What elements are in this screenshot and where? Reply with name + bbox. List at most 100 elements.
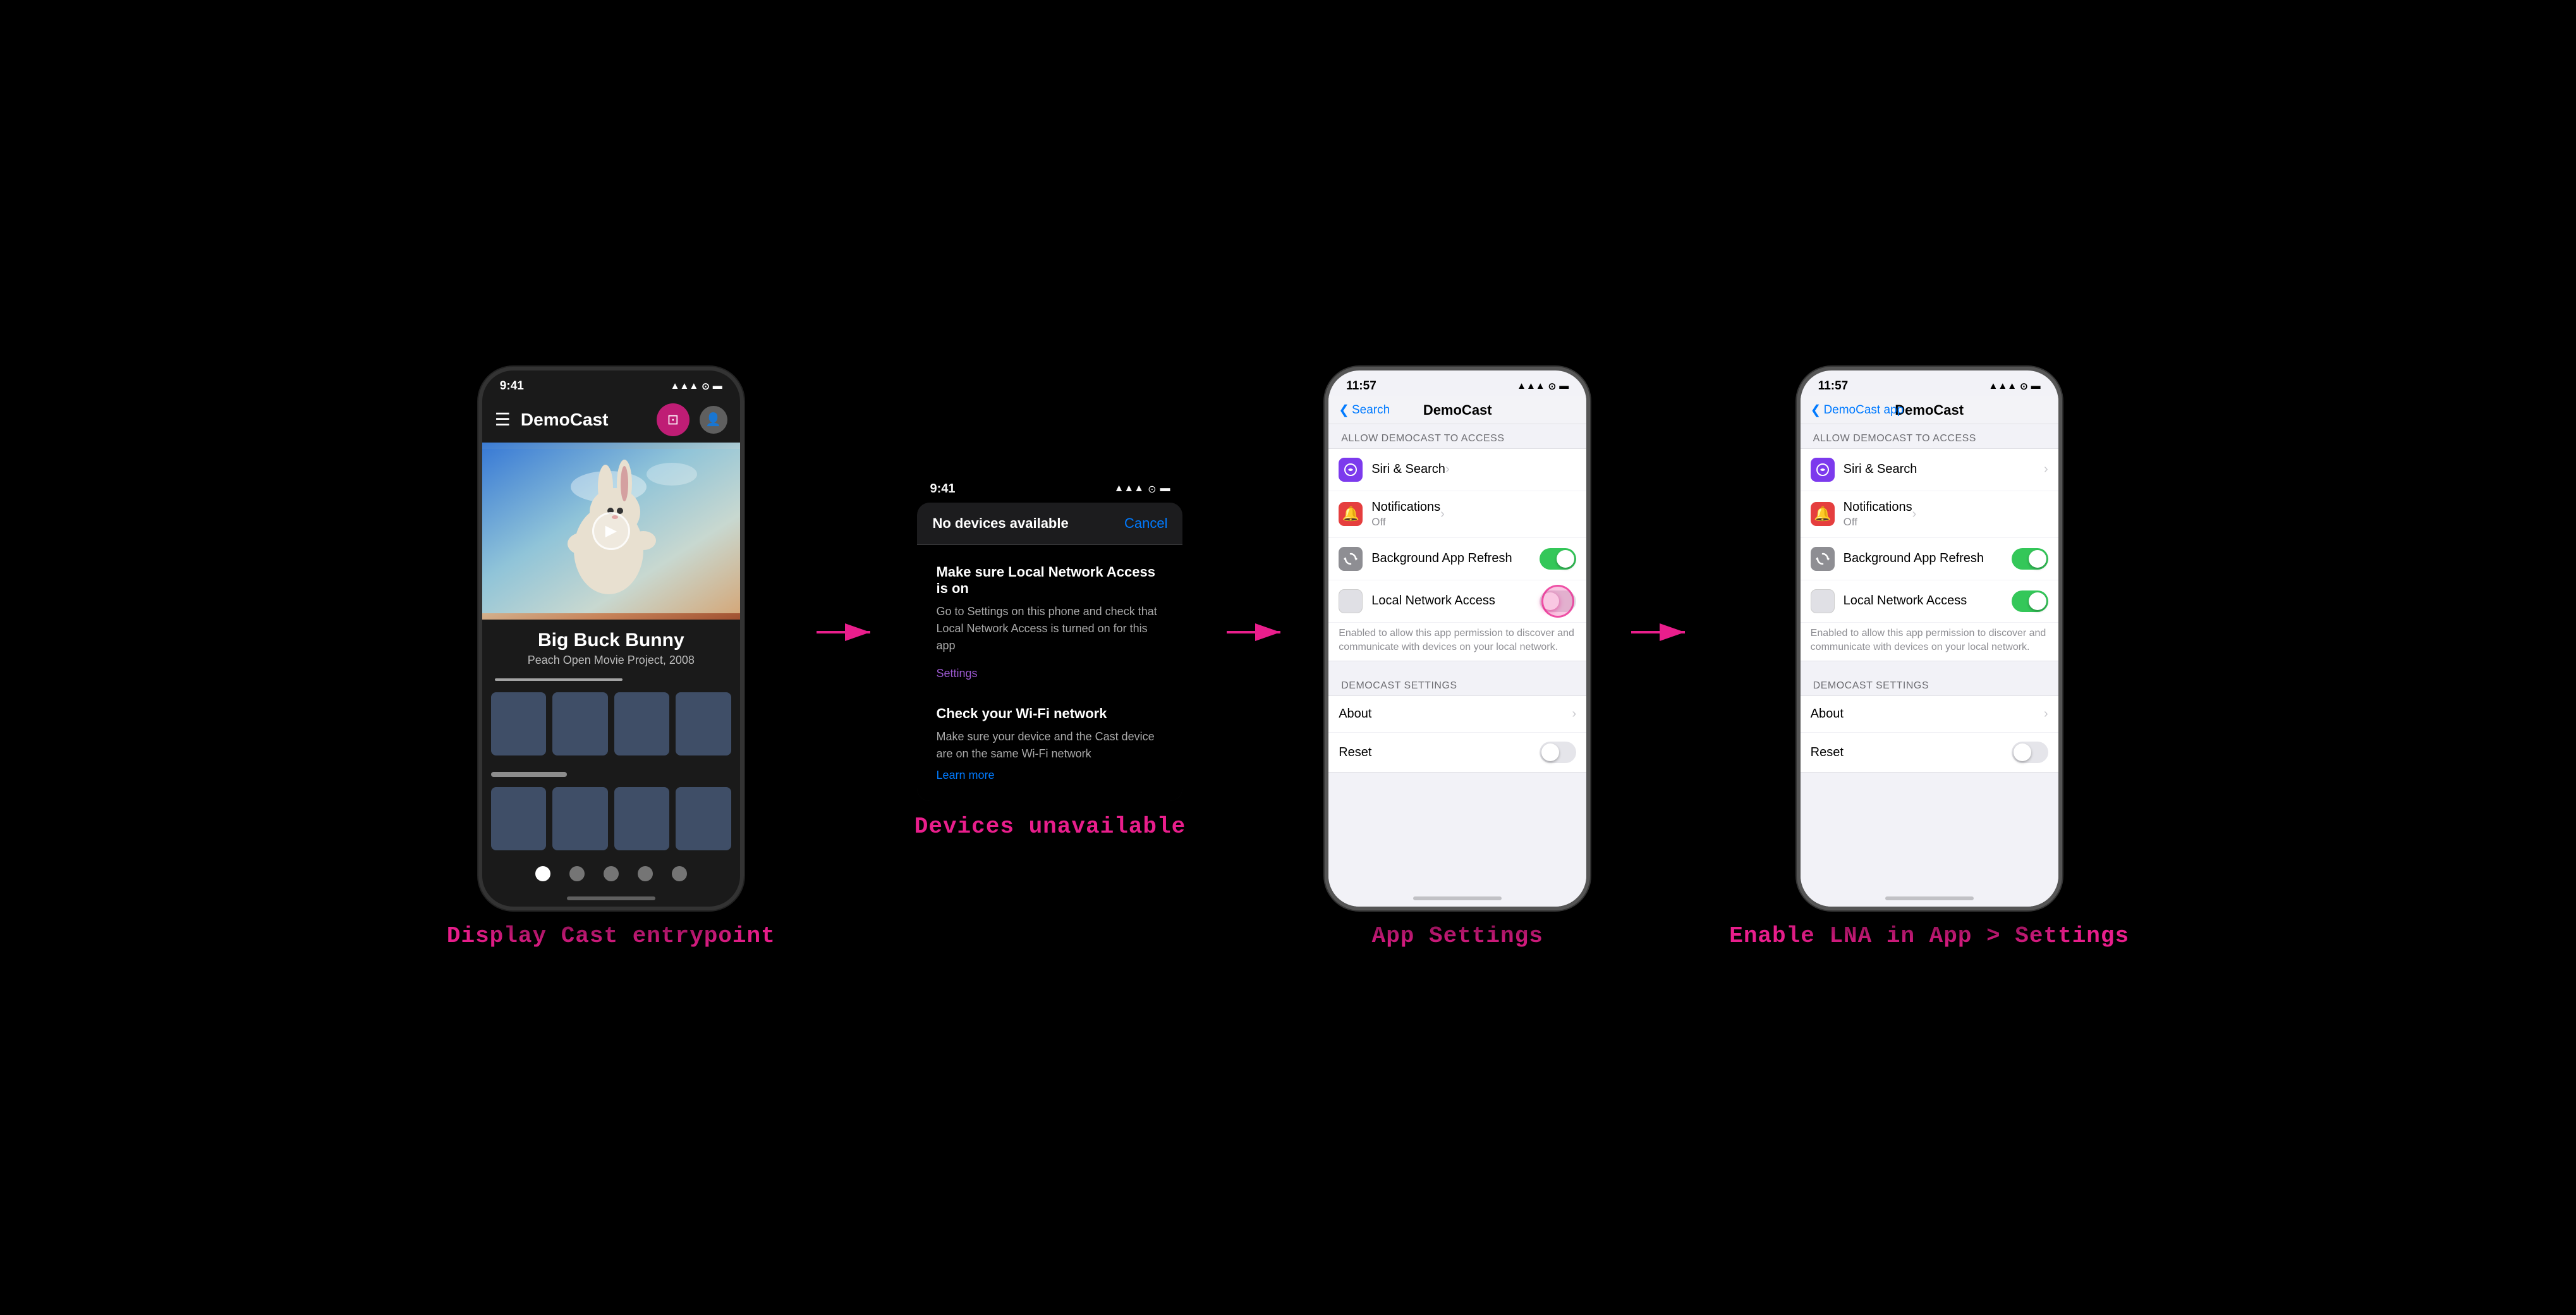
grid-item-7[interactable] [614,787,670,850]
grid-item-4[interactable] [676,692,731,755]
settings-row-notifications-4[interactable]: 🔔 Notifications Off › [1801,491,2058,538]
reset-toggle-4[interactable] [2012,742,2048,763]
settings-row-lna-3[interactable]: Local Network Access [1328,580,1586,623]
troubleshoot-title-2: Check your Wi-Fi network [936,706,1163,722]
bgrefresh-toggle-3[interactable] [1540,548,1576,570]
learn-more-link[interactable]: Learn more [936,769,994,781]
tab-bar [482,860,740,888]
refresh-svg-4 [1816,552,1830,566]
settings-link[interactable]: Settings [936,667,977,680]
settings-row-bgrefresh-3[interactable]: Background App Refresh [1328,538,1586,580]
arrow-2-3 [1224,613,1287,651]
status-bar-4: 11:57 ▲▲▲ ⊙ ▬ [1801,370,2058,396]
reset-label-4: Reset [1811,745,2012,760]
arrow-1-2 [813,613,877,651]
settings-row-reset-4[interactable]: Reset [1801,733,2058,772]
lna-icon-3 [1339,589,1363,613]
status-icons-1: ▲▲▲ ⊙ ▬ [671,381,722,392]
troubleshoot-title-1: Make sure Local Network Access is on [936,564,1163,597]
signal-3: ▲▲▲ [1517,381,1545,391]
back-chevron-4: ❮ [1811,402,1821,418]
grid-item-5[interactable] [491,787,547,850]
settings-row-bgrefresh-4[interactable]: Background App Refresh [1801,538,2058,580]
troubleshoot-section-1: Make sure Local Network Access is on Go … [917,545,1182,693]
bgrefresh-icon-3 [1339,547,1363,571]
time-4: 11:57 [1818,379,1849,393]
lna-toggle-track-3[interactable] [1540,590,1576,612]
settings-row-about-4[interactable]: About › [1801,696,2058,733]
wifi-icon-1: ⊙ [702,381,710,392]
iphone-frame-3: 11:57 ▲▲▲ ⊙ ▬ ❮ Search DemoCast ALLOW DE… [1325,367,1590,910]
popup-title: No devices available [932,515,1068,532]
grid-item-1[interactable] [491,692,547,755]
app-title: DemoCast [521,410,657,430]
battery-3: ▬ [1559,381,1569,391]
section-header-3-2: DEMOCAST SETTINGS [1328,671,1586,695]
tab-dot-5[interactable] [672,866,687,881]
status-icons-4: ▲▲▲ ⊙ ▬ [1989,381,2041,392]
section-label-1 [491,772,567,777]
iphone-frame-1: 9:41 ▲▲▲ ⊙ ▬ ☰ DemoCast ⊡ 👤 [478,367,744,910]
settings-row-siri-4[interactable]: Siri & Search › [1801,449,2058,491]
settings-row-reset-3[interactable]: Reset [1328,733,1586,772]
bgrefresh-thumb-3 [1557,550,1574,568]
settings-nav-4: ❮ DemoCast app DemoCast [1801,396,2058,424]
bgrefresh-label-4: Background App Refresh [1844,551,2012,566]
tab-dot-2[interactable] [569,866,585,881]
siri-chevron-3: › [1445,462,1450,477]
notif-chevron-3: › [1440,507,1445,522]
time-1: 9:41 [500,379,524,393]
hamburger-icon[interactable]: ☰ [495,409,511,430]
progress-bar[interactable] [495,678,623,681]
bgrefresh-label-3: Background App Refresh [1371,551,1540,566]
settings-back-4[interactable]: ❮ DemoCast app [1811,402,1904,418]
movie-info: Big Buck Bunny Peach Open Movie Project,… [482,620,740,673]
notif-chevron-4: › [1912,507,1917,522]
reset-label-3: Reset [1339,745,1540,760]
troubleshoot-text-2: Make sure your device and the Cast devic… [936,728,1163,762]
iphone-frame-4: 11:57 ▲▲▲ ⊙ ▬ ❮ DemoCast app DemoCast AL… [1797,367,2062,910]
grid-item-3[interactable] [614,692,670,755]
popup-battery: ▬ [1160,483,1170,496]
notif-sublabel-4: Off [1844,516,1912,529]
grid-item-6[interactable] [552,787,608,850]
reset-toggle-3[interactable] [1540,742,1576,763]
caption-4: Enable LNA in App > Settings [1729,923,2129,949]
popup-header: No devices available Cancel [917,503,1182,545]
grid-item-2[interactable] [552,692,608,755]
bgrefresh-toggle-4[interactable] [2012,548,2048,570]
movie-subtitle: Peach Open Movie Project, 2008 [495,654,727,667]
arrow-svg-1 [813,613,877,651]
caption-3: App Settings [1372,923,1543,949]
notif-label-stack: Notifications Off [1371,500,1440,529]
settings-screen-4: ALLOW DEMOCAST TO ACCESS Siri & Search › [1801,424,2058,910]
lna-toggle-4[interactable] [2012,590,2048,612]
settings-row-notifications-3[interactable]: 🔔 Notifications Off › [1328,491,1586,538]
siri-icon-3 [1339,458,1363,482]
home-indicator-3 [1413,896,1502,900]
settings-row-lna-4[interactable]: Local Network Access [1801,580,2058,623]
play-button[interactable]: ▶ [592,512,630,550]
tab-dot-3[interactable] [604,866,619,881]
grid-item-8[interactable] [676,787,731,850]
notif-label-stack-4: Notifications Off [1844,500,1912,529]
cast-icon[interactable]: ⊡ [657,403,690,436]
settings-row-siri-3[interactable]: Siri & Search › [1328,449,1586,491]
settings-row-about-3[interactable]: About › [1328,696,1586,733]
movie-title: Big Buck Bunny [495,630,727,651]
tab-dot-1[interactable] [535,866,550,881]
popup-status-bar: 9:41 ▲▲▲ ⊙ ▬ [917,475,1182,503]
popup-wifi: ⊙ [1148,483,1156,496]
hero-area: ▶ [482,443,740,620]
bgrefresh-thumb-4 [2029,550,2046,568]
lna-thumb-4 [2029,592,2046,610]
about-chevron-4: › [2044,707,2048,721]
about-chevron-3: › [1572,707,1577,721]
profile-icon[interactable]: 👤 [700,406,727,434]
content-grid-2 [482,781,740,863]
settings-back-3[interactable]: ❮ Search [1339,402,1390,418]
cancel-button[interactable]: Cancel [1124,515,1167,532]
siri-chevron-4: › [2044,462,2048,477]
tab-dot-4[interactable] [638,866,653,881]
status-bar-3: 11:57 ▲▲▲ ⊙ ▬ [1328,370,1586,396]
